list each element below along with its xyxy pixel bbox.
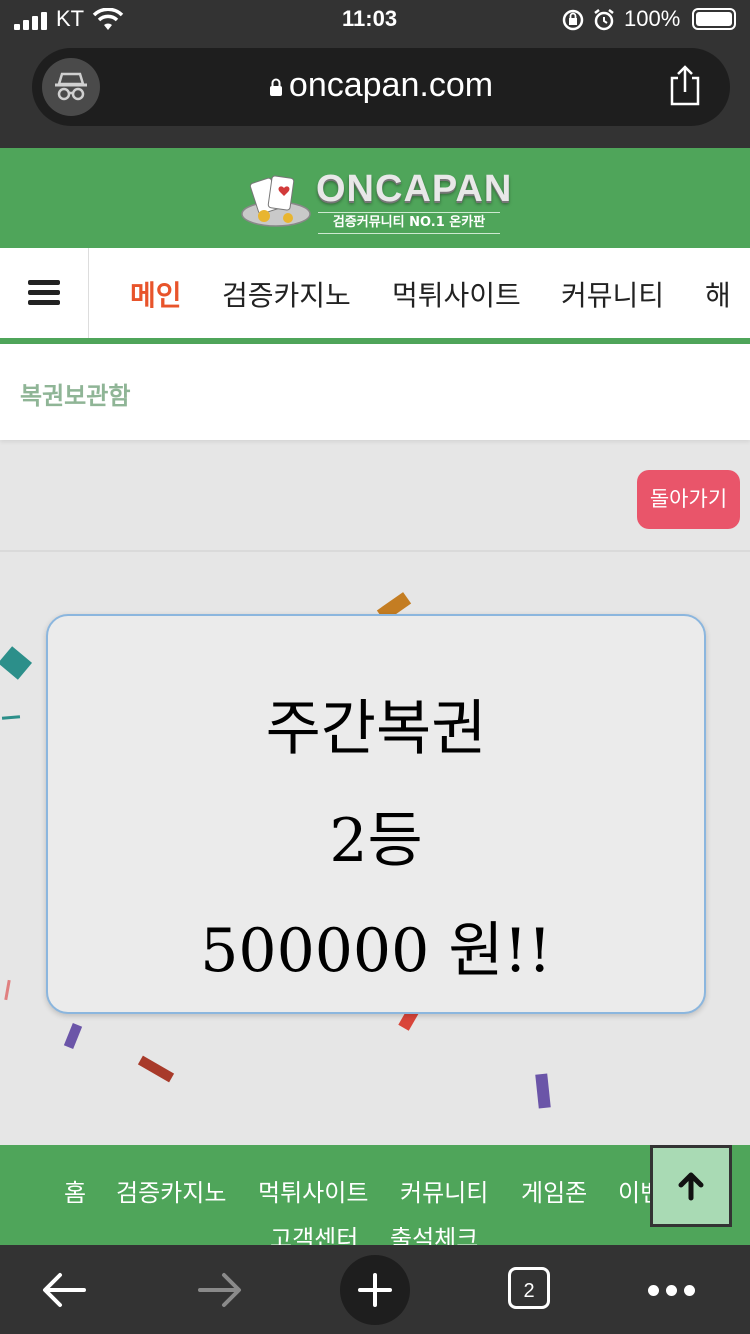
address-bar[interactable]: oncapan.com — [32, 48, 730, 126]
url-label: oncapan.com — [288, 66, 494, 104]
alarm-icon — [594, 9, 614, 31]
wifi-icon — [92, 8, 124, 30]
site-brand: ONCAPAN — [316, 168, 513, 210]
site-logo[interactable]: ONCAPAN 검증커뮤니티 NO.1 온카판 — [240, 168, 511, 234]
menu-icon[interactable] — [0, 248, 89, 338]
lock-icon — [269, 78, 282, 97]
footer-link-scam-sites[interactable]: 먹튀사이트 — [258, 1173, 368, 1208]
footer-link-support[interactable]: 고객센터 — [270, 1219, 358, 1245]
signal-icon — [14, 10, 50, 30]
site-header: ONCAPAN 검증커뮤니티 NO.1 온카판 — [0, 148, 750, 248]
browser-toolbar: 2 — [0, 1245, 750, 1334]
nav-item-verified-casino[interactable]: 검증카지노 — [222, 274, 351, 314]
confetti — [137, 1055, 175, 1083]
tab-switcher-button[interactable]: 2 — [508, 1267, 550, 1309]
battery-percent: 100% — [624, 6, 681, 31]
carrier: KT — [56, 6, 85, 31]
status-bar: KT 11:03 100% — [0, 0, 750, 42]
nav-item-main[interactable]: 메인 — [130, 274, 182, 314]
url-text[interactable]: oncapan.com — [32, 66, 730, 105]
confetti — [63, 1023, 83, 1049]
arrow-up-icon — [678, 1172, 704, 1201]
lottery-prize: 500000 원!! — [200, 916, 552, 986]
footer-link-verified-casino[interactable]: 검증카지노 — [116, 1173, 226, 1208]
footer-link-community[interactable]: 커뮤니티 — [400, 1173, 488, 1208]
share-icon[interactable] — [668, 64, 702, 106]
plus-icon — [358, 1273, 392, 1307]
new-tab-button[interactable] — [340, 1255, 410, 1325]
back-arrow-icon[interactable] — [40, 1271, 88, 1309]
scroll-top-button[interactable] — [650, 1145, 732, 1227]
footer-link-attendance[interactable]: 출석체크 — [390, 1219, 478, 1245]
nav-item-community[interactable]: 커뮤니티 — [561, 274, 664, 314]
confetti — [1, 715, 21, 720]
confetti — [535, 1073, 551, 1109]
site-tagline: 검증커뮤니티 NO.1 온카판 — [318, 212, 500, 234]
confetti — [0, 646, 33, 680]
footer-link-home[interactable]: 홈 — [64, 1173, 86, 1208]
lottery-rank: 2등 — [329, 806, 423, 876]
page-title-bar: 복권보관함 — [0, 344, 750, 440]
main-nav: 메인 검증카지노 먹튀사이트 커뮤니티 해 — [0, 248, 750, 344]
forward-arrow-icon[interactable] — [196, 1271, 244, 1309]
more-icon[interactable] — [648, 1285, 698, 1297]
footer-link-game-zone[interactable]: 게임존 — [521, 1173, 587, 1208]
clock: 11:03 — [342, 6, 398, 31]
nav-item-overseas[interactable]: 해 — [705, 274, 731, 314]
browser-address-area: oncapan.com — [0, 42, 750, 148]
orientation-lock-icon — [562, 9, 584, 31]
back-button[interactable]: 돌아가기 — [637, 470, 740, 529]
lottery-type: 주간복권 — [265, 694, 487, 764]
lottery-result-card: 주간복권 2등 500000 원!! — [46, 614, 706, 1014]
battery-icon — [692, 8, 736, 30]
confetti — [4, 979, 11, 1001]
cards-logo-icon — [241, 175, 311, 227]
page-title: 복권보관함 — [20, 382, 131, 410]
nav-item-scam-sites[interactable]: 먹튀사이트 — [392, 274, 521, 314]
site-footer: 홈 검증카지노 먹튀사이트 커뮤니티 게임존 이벤트 고객센터 출석체크 — [0, 1145, 750, 1245]
lottery-result-area: 주간복권 2등 500000 원!! — [0, 550, 750, 1147]
